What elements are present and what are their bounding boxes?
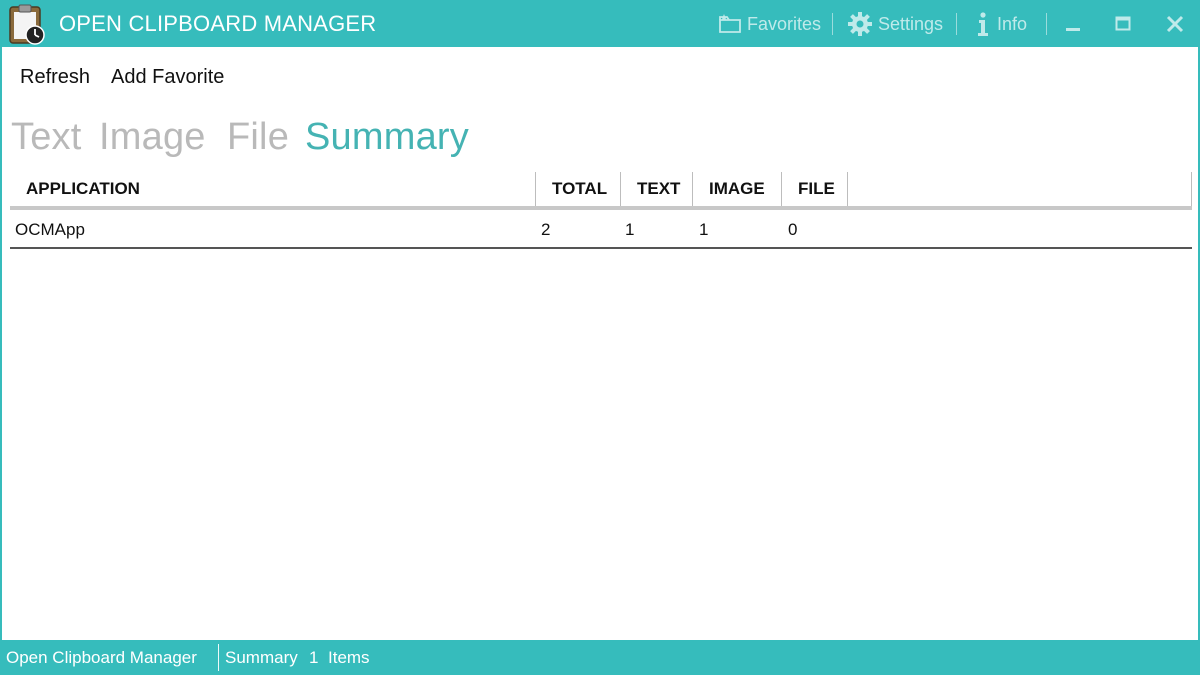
table-header-edge <box>1191 172 1192 206</box>
column-header-image[interactable]: IMAGE <box>693 172 782 206</box>
tab-summary[interactable]: Summary <box>305 116 469 159</box>
settings-button[interactable]: Settings <box>847 11 943 37</box>
add-favorite-button[interactable]: Add Favorite <box>111 66 224 89</box>
info-icon <box>978 12 988 36</box>
minimize-icon <box>1066 28 1080 31</box>
column-header-file[interactable]: FILE <box>782 172 848 206</box>
titlebar-separator <box>832 13 833 35</box>
titlebar-separator <box>956 13 957 35</box>
status-bar: Open Clipboard Manager Summary 1 Items <box>2 640 1198 675</box>
status-count: 1 <box>309 648 319 667</box>
app-window: OPEN CLIPBOARD MANAGER Favorites Setting… <box>0 0 1200 675</box>
tab-file[interactable]: File <box>227 116 289 159</box>
gear-icon <box>848 12 872 36</box>
cell-file: 0 <box>788 220 798 239</box>
tab-text[interactable]: Text <box>11 116 82 159</box>
refresh-button[interactable]: Refresh <box>20 66 90 89</box>
close-button[interactable] <box>1161 10 1189 38</box>
column-header-total[interactable]: TOTAL <box>536 172 621 206</box>
table-header: APPLICATION TOTAL TEXT IMAGE FILE <box>10 172 1192 210</box>
cell-total: 2 <box>541 220 551 239</box>
settings-label: Settings <box>878 13 944 34</box>
folder-star-icon <box>719 14 741 33</box>
clipboard-clock-icon <box>9 4 45 45</box>
status-app-name: Open Clipboard Manager <box>6 648 197 667</box>
minimize-button[interactable] <box>1059 10 1087 38</box>
info-label: Info <box>997 13 1028 34</box>
column-header-application[interactable]: APPLICATION <box>10 172 536 206</box>
app-title: OPEN CLIPBOARD MANAGER <box>59 11 377 36</box>
info-button[interactable]: Info <box>974 11 1027 37</box>
cell-application: OCMApp <box>15 220 85 239</box>
maximize-icon <box>1115 16 1131 31</box>
title-bar[interactable]: OPEN CLIPBOARD MANAGER Favorites Setting… <box>2 0 1198 47</box>
status-view: Summary <box>225 648 298 667</box>
maximize-button[interactable] <box>1109 10 1137 38</box>
status-separator <box>218 644 219 671</box>
table-row[interactable]: OCMApp 2 1 1 0 <box>10 214 1192 249</box>
status-items-label: Items <box>328 648 370 667</box>
cell-text: 1 <box>625 220 635 239</box>
cell-image: 1 <box>699 220 709 239</box>
favorites-label: Favorites <box>747 13 822 34</box>
close-icon <box>1166 15 1184 33</box>
favorites-button[interactable]: Favorites <box>718 11 821 37</box>
tab-image[interactable]: Image <box>99 116 206 159</box>
titlebar-separator <box>1046 13 1047 35</box>
column-header-text[interactable]: TEXT <box>621 172 693 206</box>
